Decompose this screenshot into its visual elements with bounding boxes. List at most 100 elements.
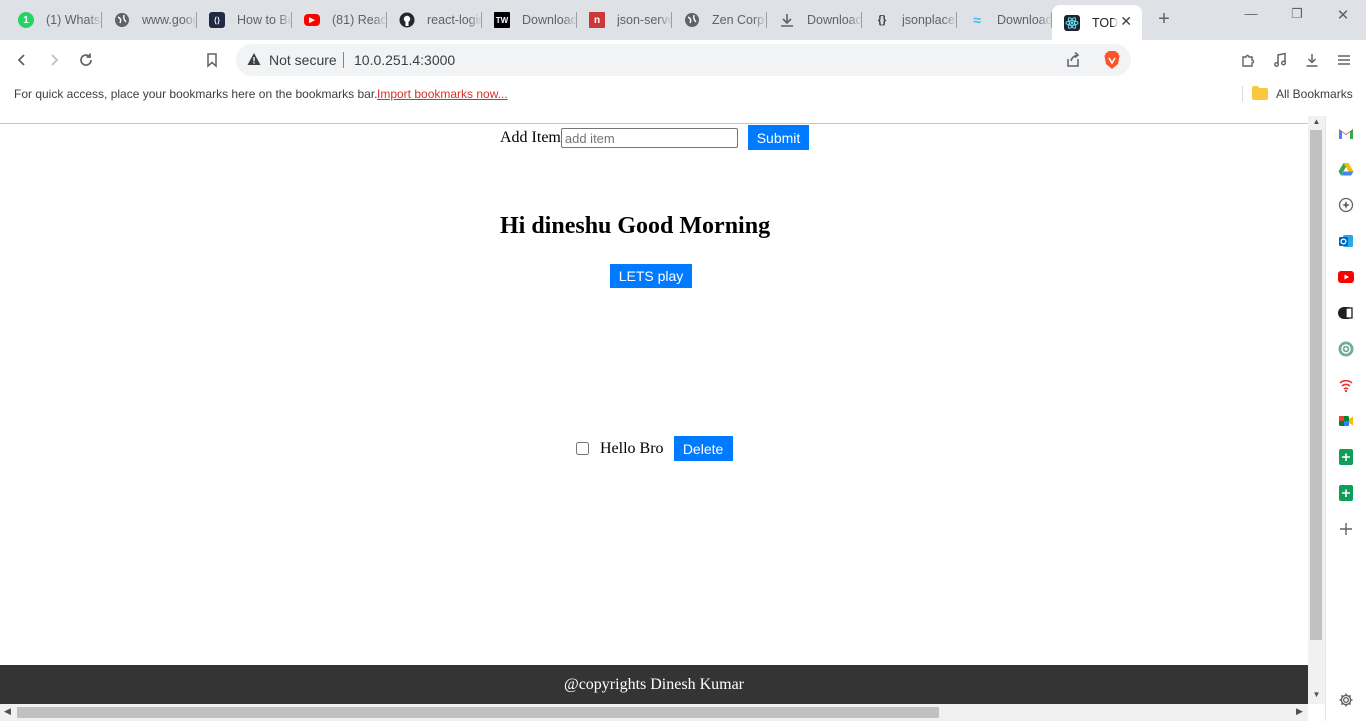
- vertical-scrollbar[interactable]: ▲ ▼: [1308, 116, 1325, 704]
- close-window-button[interactable]: ✕: [1320, 6, 1366, 24]
- globe-icon: [114, 12, 130, 28]
- github-icon: [399, 12, 415, 28]
- globe-icon: [684, 12, 700, 28]
- download-icon: [779, 12, 795, 28]
- tab-label: jsonplaceholder: [902, 13, 957, 27]
- download-icon: [1306, 54, 1318, 67]
- todo-item: Hello Bro Delete: [575, 436, 733, 461]
- youtube-icon: ▶: [304, 14, 320, 26]
- warning-icon[interactable]: [247, 52, 261, 66]
- security-status[interactable]: Not secure: [269, 52, 337, 68]
- tab-label: json-server: [617, 13, 672, 27]
- bookmark-button[interactable]: [200, 48, 224, 72]
- puzzle-icon: [1242, 54, 1255, 67]
- horizontal-scroll-thumb[interactable]: [17, 707, 939, 718]
- google-drive-icon[interactable]: [1338, 161, 1354, 177]
- app-logo-icon: ⟨⟩: [209, 12, 225, 28]
- footer-copyright: @copyrights Dinesh Kumar: [563, 676, 745, 693]
- google-meet-icon[interactable]: [1338, 413, 1354, 429]
- browser-tab[interactable]: 1 (1) WhatsApp: [6, 6, 102, 34]
- extensions-button[interactable]: [1236, 48, 1260, 72]
- forward-icon: [51, 54, 59, 66]
- todo-text: Hello Bro: [600, 439, 664, 457]
- bookmarks-bar: For quick access, place your bookmarks h…: [0, 80, 1366, 108]
- whatsapp-icon: 1: [18, 12, 34, 28]
- browser-tab[interactable]: Zen Corp: [672, 6, 767, 34]
- notes-icon[interactable]: [1338, 305, 1354, 321]
- browser-tab[interactable]: Download: [767, 6, 862, 34]
- chatgpt-icon[interactable]: [1338, 341, 1354, 357]
- browser-tab[interactable]: ▶ (81) React: [292, 6, 387, 34]
- browser-tab[interactable]: www.google.com: [102, 6, 197, 34]
- add-item-form: Add Item: [500, 127, 738, 149]
- greeting-heading: Hi dineshu Good Morning: [500, 213, 771, 239]
- outlook-icon[interactable]: [1338, 233, 1354, 249]
- wifi-icon[interactable]: [1338, 377, 1354, 393]
- tailwind-icon: ≈: [973, 12, 981, 28]
- tab-label: TODO: [1092, 15, 1118, 30]
- scroll-right-arrow[interactable]: ▶: [1296, 706, 1303, 717]
- add-item-input[interactable]: [560, 128, 738, 148]
- page-viewport: Add Item Submit Hi dineshu Good Morning …: [0, 124, 1308, 704]
- horizontal-scrollbar[interactable]: ◀ ▶: [0, 704, 1308, 721]
- tab-label: Zen Corp: [712, 13, 765, 27]
- tw-icon: TW: [494, 12, 510, 28]
- todo-checkbox[interactable]: [576, 442, 589, 455]
- tab-label: Download: [522, 13, 577, 27]
- lets-play-button[interactable]: LETS play: [610, 264, 692, 288]
- all-bookmarks-button[interactable]: All Bookmarks: [1242, 83, 1353, 105]
- browser-tab[interactable]: n json-server: [577, 6, 672, 34]
- brave-shields-icon[interactable]: [1102, 50, 1122, 70]
- tab-label: www.google.com: [142, 13, 197, 27]
- scroll-up-arrow[interactable]: ▲: [1311, 117, 1322, 126]
- back-icon: [17, 54, 25, 66]
- npm-icon: n: [589, 12, 605, 28]
- browser-tab[interactable]: ⟨⟩ How to Build: [197, 6, 292, 34]
- reload-icon: [80, 53, 92, 66]
- add-icon[interactable]: [1338, 521, 1354, 537]
- maximize-button[interactable]: ❐: [1274, 6, 1320, 24]
- address-bar[interactable]: Not secure 10.0.251.4:3000: [236, 44, 1131, 76]
- browser-toolbar: Not secure 10.0.251.4:3000: [0, 40, 1366, 80]
- hamburger-menu-icon: [1338, 55, 1350, 65]
- reload-button[interactable]: [74, 48, 98, 72]
- youtube-icon[interactable]: [1338, 269, 1354, 285]
- add-item-label: Add Item: [500, 129, 561, 146]
- settings-icon[interactable]: [1338, 692, 1354, 708]
- bookmarks-hint: For quick access, place your bookmarks h…: [14, 87, 378, 101]
- tab-label: Download: [997, 13, 1052, 27]
- react-icon: [1064, 14, 1080, 31]
- delete-button[interactable]: Delete: [673, 436, 733, 461]
- new-tab-button[interactable]: +: [1154, 9, 1174, 29]
- browser-tab[interactable]: {} jsonplaceholder: [862, 6, 957, 34]
- submit-button[interactable]: Submit: [748, 125, 809, 150]
- menu-button[interactable]: [1332, 48, 1356, 72]
- browser-tab[interactable]: TW Download: [482, 6, 577, 34]
- url-text[interactable]: 10.0.251.4:3000: [354, 52, 455, 68]
- tab-label: How to Build: [237, 13, 292, 27]
- close-tab-icon[interactable]: ✕: [1120, 13, 1132, 30]
- downloads-button[interactable]: [1300, 48, 1324, 72]
- back-button[interactable]: [10, 48, 34, 72]
- import-bookmarks-link[interactable]: Import bookmarks now...: [377, 87, 508, 101]
- google-sheets-icon[interactable]: [1338, 449, 1354, 465]
- tab-strip: 1 (1) WhatsApp www.google.com ⟨⟩ How to …: [0, 0, 1366, 40]
- media-button[interactable]: [1268, 48, 1292, 72]
- tab-label: react-login: [427, 13, 482, 27]
- share-icon[interactable]: [1064, 51, 1082, 69]
- scroll-down-arrow[interactable]: ▼: [1311, 690, 1322, 699]
- scroll-left-arrow[interactable]: ◀: [4, 706, 11, 717]
- tab-label: (1) WhatsApp: [46, 13, 102, 27]
- browser-tab[interactable]: react-login: [387, 6, 482, 34]
- brave-rewards-icon[interactable]: [1338, 197, 1354, 213]
- minimize-button[interactable]: —: [1228, 6, 1274, 24]
- google-sheets-icon[interactable]: [1338, 485, 1354, 501]
- side-panel: [1325, 116, 1366, 721]
- vertical-scroll-thumb[interactable]: [1310, 130, 1322, 640]
- forward-button[interactable]: [42, 48, 66, 72]
- music-note-icon: [1274, 52, 1286, 67]
- folder-icon: [1252, 86, 1268, 100]
- browser-tab[interactable]: ≈ Download: [957, 6, 1052, 34]
- tab-active[interactable]: TODO ✕: [1052, 5, 1142, 40]
- gmail-icon[interactable]: [1338, 125, 1354, 141]
